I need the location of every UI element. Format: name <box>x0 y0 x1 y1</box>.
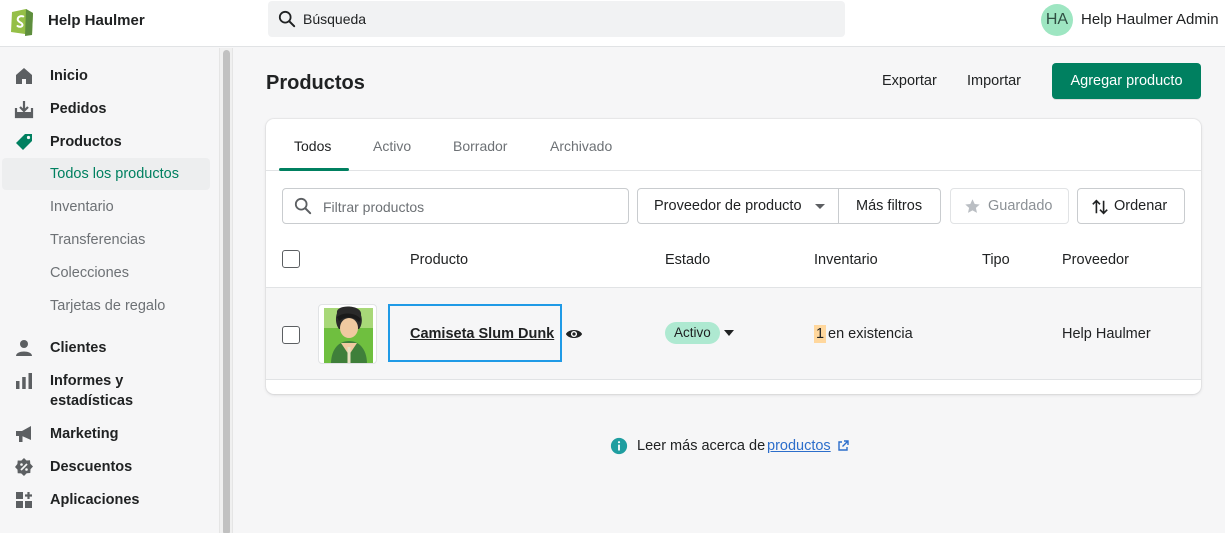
sidebar-subitem-colecciones[interactable]: Colecciones <box>2 257 210 289</box>
footer-help-text: Leer más acerca de <box>637 438 766 454</box>
product-thumbnail[interactable] <box>318 304 377 364</box>
select-all-checkbox[interactable] <box>282 250 300 268</box>
inventory-count: 1 <box>814 325 827 343</box>
sidebar-item-marketing[interactable]: Marketing <box>0 418 219 448</box>
sort-label: Ordenar <box>1114 198 1168 214</box>
more-filters-button[interactable]: Más filtros <box>838 188 941 224</box>
sidebar-item-informes[interactable]: Informes y estadísticas <box>0 365 219 409</box>
external-link-icon[interactable] <box>837 440 849 452</box>
sidebar-item-label: Descuentos <box>50 459 133 475</box>
column-header-vendor[interactable]: Proveedor <box>1062 252 1129 268</box>
sidebar-subitem-label: Colecciones <box>50 265 129 281</box>
user-name[interactable]: Help Haulmer Admin <box>1081 11 1219 28</box>
tab-todos[interactable]: Todos <box>294 138 331 154</box>
search-icon <box>278 10 296 28</box>
orders-icon <box>14 101 34 119</box>
sidebar-item-clientes[interactable]: Clientes <box>0 332 219 362</box>
sidebar-subitem-label: Inventario <box>50 199 114 215</box>
sidebar-item-label: Clientes <box>50 340 107 356</box>
tag-icon <box>16 134 32 150</box>
search-icon <box>294 197 312 215</box>
table-row[interactable]: Camiseta Slum Dunk Activo 1 en existenci… <box>266 287 1201 380</box>
home-icon <box>16 68 32 84</box>
product-name-link[interactable]: Camiseta Slum Dunk <box>410 326 554 342</box>
sidebar-item-pedidos[interactable]: Pedidos <box>0 93 219 123</box>
tab-archivado[interactable]: Archivado <box>550 138 612 154</box>
star-icon <box>965 199 980 213</box>
tab-borrador[interactable]: Borrador <box>453 138 507 154</box>
column-header-status[interactable]: Estado <box>665 252 710 268</box>
vendor-cell: Help Haulmer <box>1062 326 1151 342</box>
info-icon <box>610 437 628 455</box>
filter-placeholder: Filtrar productos <box>323 199 425 215</box>
products-card: Todos Activo Borrador Archivado Filtrar … <box>266 119 1201 394</box>
column-header-inventory[interactable]: Inventario <box>814 252 878 268</box>
tabs: Todos Activo Borrador Archivado <box>266 119 1201 171</box>
filter-products-input[interactable]: Filtrar productos <box>282 188 629 224</box>
page-title: Productos <box>266 72 365 94</box>
caret-down-icon <box>815 204 825 209</box>
saved-label: Guardado <box>988 198 1053 214</box>
search-input[interactable]: Búsqueda <box>268 1 845 37</box>
person-icon <box>16 340 32 356</box>
saved-button[interactable]: Guardado <box>950 188 1069 224</box>
sort-icon <box>1092 199 1108 215</box>
sidebar-item-descuentos[interactable]: Descuentos <box>0 451 219 481</box>
shopify-logo-icon[interactable] <box>8 6 36 38</box>
sidebar-item-label: Marketing <box>50 426 119 442</box>
avatar[interactable]: HA <box>1041 4 1073 36</box>
sidebar-item-label: Pedidos <box>50 101 107 117</box>
sidebar-item-label: Inicio <box>50 68 88 84</box>
sidebar-subitem-inventario[interactable]: Inventario <box>2 191 210 223</box>
scrollbar-thumb[interactable] <box>223 50 230 533</box>
megaphone-icon <box>16 426 31 442</box>
discount-icon <box>15 458 33 476</box>
sidebar-item-productos[interactable]: Productos <box>0 126 219 156</box>
sort-button[interactable]: Ordenar <box>1077 188 1185 224</box>
sidebar-subitem-label: Todos los productos <box>50 166 179 182</box>
apps-icon <box>16 492 32 508</box>
status-dropdown-caret-icon[interactable] <box>724 330 734 336</box>
import-button[interactable]: Importar <box>967 73 1021 89</box>
vendor-filter-label: Proveedor de producto <box>654 198 802 214</box>
sidebar-subitem-label: Transferencias <box>50 232 146 248</box>
store-name: Help Haulmer <box>48 12 145 29</box>
inventory-text: en existencia <box>828 326 913 342</box>
more-filters-label: Más filtros <box>856 198 923 214</box>
row-checkbox[interactable] <box>282 326 300 344</box>
sidebar-subitem-todos-los-productos[interactable]: Todos los productos <box>2 158 210 190</box>
bar-chart-icon <box>16 373 32 389</box>
sidebar-scrollbar[interactable] <box>219 48 233 533</box>
export-button[interactable]: Exportar <box>882 73 937 89</box>
search-placeholder: Búsqueda <box>303 11 367 27</box>
status-badge[interactable]: Activo <box>665 322 720 344</box>
eye-icon[interactable] <box>565 327 583 341</box>
sidebar-item-label: Aplicaciones <box>50 492 140 508</box>
column-header-product[interactable]: Producto <box>410 252 468 268</box>
sidebar-item-aplicaciones[interactable]: Aplicaciones <box>0 484 219 514</box>
sidebar-item-label: Productos <box>50 134 122 150</box>
sidebar-item-label-line2: estadísticas <box>50 393 134 409</box>
vendor-filter-button[interactable]: Proveedor de producto <box>637 188 839 224</box>
add-product-button[interactable]: Agregar producto <box>1052 63 1201 99</box>
column-header-type[interactable]: Tipo <box>982 252 1010 268</box>
tab-activo[interactable]: Activo <box>373 138 411 154</box>
top-bar: Help Haulmer Búsqueda HA Help Haulmer Ad… <box>0 0 1225 47</box>
sidebar-subitem-transferencias[interactable]: Transferencias <box>2 224 210 256</box>
active-tab-indicator <box>279 168 349 171</box>
sidebar-subitem-tarjetas-de-regalo[interactable]: Tarjetas de regalo <box>2 290 210 322</box>
products-help-link[interactable]: productos <box>767 438 831 454</box>
sidebar-item-inicio[interactable]: Inicio <box>0 60 219 90</box>
sidebar-item-label: Informes y <box>50 373 124 389</box>
sidebar: Inicio Pedidos Productos Todos los produ… <box>0 48 219 533</box>
sidebar-subitem-label: Tarjetas de regalo <box>50 298 166 314</box>
